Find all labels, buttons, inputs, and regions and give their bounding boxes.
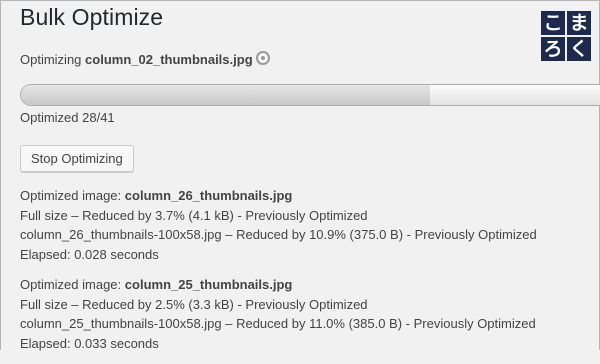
progress-count: Optimized 28/41 xyxy=(20,110,115,125)
log-elapsed: Elapsed: 0.033 seconds xyxy=(20,335,159,351)
log-thumbnail: column_26_thumbnails-100x58.jpg – Reduce… xyxy=(20,227,537,242)
log-full-size: Full size – Reduced by 2.5% (3.3 kB) - P… xyxy=(20,296,368,312)
stop-optimizing-button[interactable]: Stop Optimizing xyxy=(20,145,134,172)
log-entry-title: Optimized image: column_25_thumbnails.jp… xyxy=(20,275,595,295)
progress-fill xyxy=(21,85,431,105)
current-filename: column_02_thumbnails.jpg xyxy=(85,52,253,67)
log-prefix: Optimized image: xyxy=(20,188,122,203)
log-entry-title: Optimized image: column_26_thumbnails.jp… xyxy=(20,186,595,206)
current-status: Optimizing column_02_thumbnails.jpg xyxy=(20,50,270,68)
site-logo: こ ま ろ く xyxy=(541,11,591,61)
logo-char: く xyxy=(567,37,591,61)
log-thumbnail: column_25_thumbnails-100x58.jpg – Reduce… xyxy=(20,316,536,331)
logo-char: こ xyxy=(541,11,565,35)
logo-char: ろ xyxy=(541,37,565,61)
log-filename: column_26_thumbnails.jpg xyxy=(124,188,293,203)
log-full-size: Full size – Reduced by 3.7% (4.1 kB) - P… xyxy=(20,207,368,223)
status-prefix: Optimizing xyxy=(20,52,82,67)
log-entry: Optimized image: column_25_thumbnails.jp… xyxy=(20,275,595,353)
log-elapsed: Elapsed: 0.028 seconds xyxy=(20,246,159,262)
log-prefix: Optimized image: xyxy=(20,277,122,292)
page-title: Bulk Optimize xyxy=(20,4,164,30)
log-filename: column_25_thumbnails.jpg xyxy=(124,277,293,292)
progress-bar xyxy=(20,84,600,106)
log-entry: Optimized image: column_26_thumbnails.jp… xyxy=(20,186,595,264)
optimization-log: Optimized image: column_26_thumbnails.jp… xyxy=(20,186,595,364)
spinner-icon xyxy=(255,50,270,65)
logo-char: ま xyxy=(567,11,591,35)
